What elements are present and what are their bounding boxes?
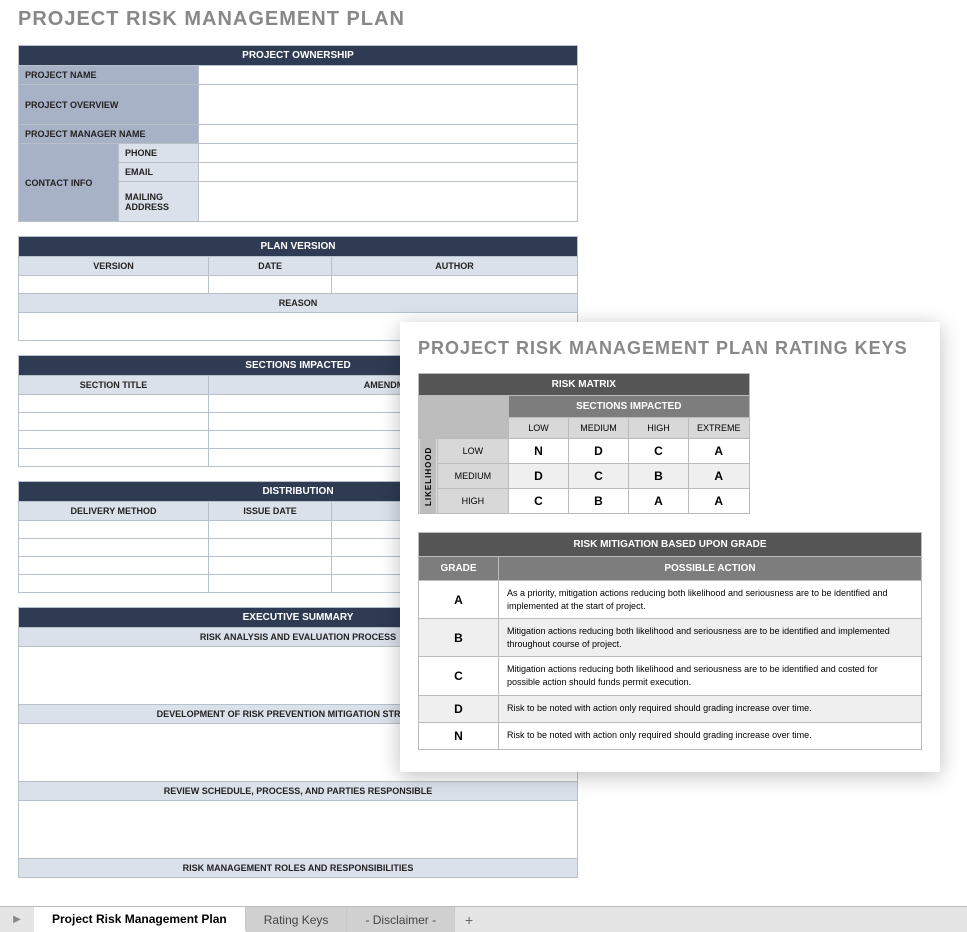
label-email: EMAIL [119,163,199,182]
tab-rating-keys[interactable]: Rating Keys [246,907,348,932]
table-cell[interactable] [19,431,209,449]
mitigation-table: RISK MITIGATION BASED UPON GRADE GRADE P… [418,532,922,750]
table-cell[interactable] [209,521,332,539]
mitigation-action: As a priority, mitigation actions reduci… [499,581,922,619]
matrix-cell: D [569,439,629,464]
matrix-cell: A [689,489,750,514]
label-project-overview: PROJECT OVERVIEW [19,85,199,125]
table-cell[interactable] [19,395,209,413]
mitigation-action: Risk to be noted with action only requir… [499,722,922,749]
col-action: POSSIBLE ACTION [499,557,922,581]
matrix-row-high: HIGH [437,489,508,514]
section-header-plan-version: PLAN VERSION [19,237,578,257]
table-cell[interactable] [19,521,209,539]
input-author[interactable] [332,276,578,294]
row-roles: RISK MANAGEMENT ROLES AND RESPONSIBILITI… [19,859,578,878]
table-cell[interactable] [19,449,209,467]
matrix-cols-group: SECTIONS IMPACTED [509,396,750,418]
mitigation-grade: N [419,722,499,749]
label-mailing-address: MAILING ADDRESS [119,182,199,222]
matrix-cell: A [629,489,689,514]
input-review[interactable] [19,801,578,859]
table-cell[interactable] [209,575,332,593]
right-overlay: PROJECT RISK MANAGEMENT PLAN RATING KEYS… [400,322,940,772]
mitigation-action: Mitigation actions reducing both likelih… [499,657,922,695]
matrix-title: RISK MATRIX [419,374,750,396]
input-phone[interactable] [199,144,578,163]
label-project-name: PROJECT NAME [19,66,199,85]
matrix-cell: N [509,439,569,464]
risk-matrix-table: RISK MATRIX SECTIONS IMPACTED LOW MEDIUM… [418,373,750,514]
col-section-title: SECTION TITLE [19,376,209,395]
matrix-row-low: LOW [437,439,508,464]
col-version: VERSION [19,257,209,276]
mitigation-grade: B [419,619,499,657]
section-header-ownership: PROJECT OWNERSHIP [19,46,578,66]
table-cell[interactable] [209,557,332,575]
col-delivery-method: DELIVERY METHOD [19,502,209,521]
matrix-cell: C [629,439,689,464]
page-title: PROJECT RISK MANAGEMENT PLAN [18,8,578,31]
input-project-overview[interactable] [199,85,578,125]
input-mailing-address[interactable] [199,182,578,222]
tab-disclaimer[interactable]: - Disclaimer - [347,907,455,932]
table-cell[interactable] [209,539,332,557]
col-reason: REASON [19,294,578,313]
label-contact-info: CONTACT INFO [19,144,119,222]
matrix-cell: A [689,464,750,489]
table-cell[interactable] [19,557,209,575]
matrix-cell: D [509,464,569,489]
mitigation-grade: A [419,581,499,619]
mitigation-title: RISK MITIGATION BASED UPON GRADE [419,533,922,557]
col-author: AUTHOR [332,257,578,276]
mitigation-action: Risk to be noted with action only requir… [499,695,922,722]
matrix-cell: A [689,439,750,464]
col-date: DATE [209,257,332,276]
matrix-col-low: LOW [509,418,569,439]
table-cell[interactable] [19,575,209,593]
matrix-corner [419,396,509,439]
matrix-cell: B [569,489,629,514]
matrix-col-high: HIGH [629,418,689,439]
input-date[interactable] [209,276,332,294]
matrix-col-medium: MEDIUM [569,418,629,439]
matrix-cell: C [569,464,629,489]
matrix-cell: B [629,464,689,489]
overlay-title: PROJECT RISK MANAGEMENT PLAN RATING KEYS [418,338,922,359]
col-grade: GRADE [419,557,499,581]
label-project-manager: PROJECT MANAGER NAME [19,125,199,144]
table-cell[interactable] [19,539,209,557]
matrix-col-extreme: EXTREME [689,418,750,439]
matrix-cell: C [509,489,569,514]
mitigation-action: Mitigation actions reducing both likelih… [499,619,922,657]
matrix-rows-group: LIKELIHOOD [419,439,438,514]
mitigation-grade: C [419,657,499,695]
sheet-tab-bar: ▶ Project Risk Management Plan Rating Ke… [0,906,967,932]
input-version[interactable] [19,276,209,294]
mitigation-grade: D [419,695,499,722]
matrix-row-medium: MEDIUM [437,464,508,489]
tab-project-risk-management-plan[interactable]: Project Risk Management Plan [34,907,246,932]
input-project-manager[interactable] [199,125,578,144]
tab-nav-arrow-icon[interactable]: ▶ [0,907,34,932]
row-review: REVIEW SCHEDULE, PROCESS, AND PARTIES RE… [19,782,578,801]
table-cell[interactable] [19,413,209,431]
col-issue-date: ISSUE DATE [209,502,332,521]
tab-add-button[interactable]: + [455,907,483,932]
input-email[interactable] [199,163,578,182]
label-phone: PHONE [119,144,199,163]
project-ownership-table: PROJECT OWNERSHIP PROJECT NAME PROJECT O… [18,45,578,222]
input-project-name[interactable] [199,66,578,85]
